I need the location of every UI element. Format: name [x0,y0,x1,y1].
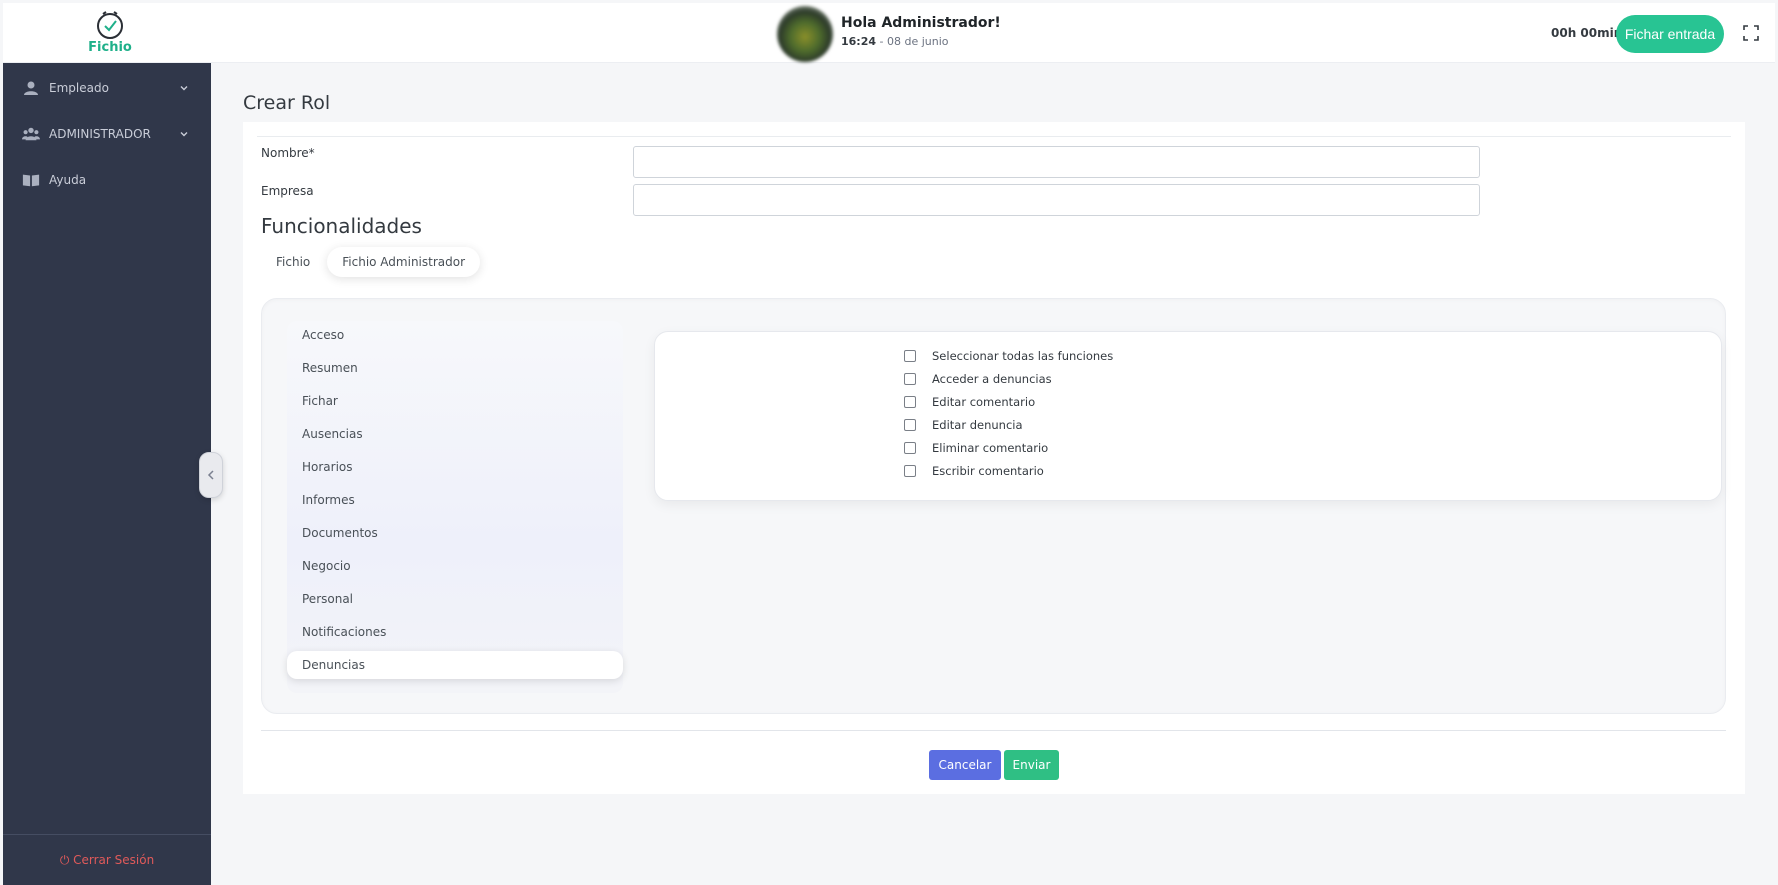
chevron-down-icon [180,86,188,91]
cancel-button[interactable]: Cancelar [929,750,1001,780]
name-input[interactable] [633,146,1480,178]
features-tabs: Fichio Fichio Administrador [261,244,482,280]
permission-row[interactable]: Acceder a denuncias [904,372,1052,386]
power-icon: ⏻ [59,853,74,867]
permission-row[interactable]: Eliminar comentario [904,441,1048,455]
select-all-checkbox[interactable] [904,350,916,362]
module-fichar[interactable]: Fichar [287,387,623,415]
permission-label: Editar denuncia [932,418,1023,432]
expand-icon[interactable] [1743,25,1759,41]
submit-button[interactable]: Enviar [1004,750,1059,780]
current-datetime: 16:24 - 08 de junio [841,35,1001,48]
permission-label: Acceder a denuncias [932,372,1052,386]
clock-in-button[interactable]: Fichar entrada [1616,15,1724,53]
permission-checkbox[interactable] [904,373,916,385]
current-date: - 08 de junio [876,35,949,48]
greeting-block: Hola Administrador! 16:24 - 08 de junio [841,15,1001,48]
sidebar-item-label: ADMINISTRADOR [49,127,151,141]
module-informes[interactable]: Informes [287,486,623,514]
sidebar-collapse-handle[interactable] [199,452,223,498]
avatar[interactable] [777,6,833,62]
features-title: Funcionalidades [261,214,422,238]
users-icon [22,126,40,142]
sidebar-item-label: Ayuda [49,173,87,187]
sidebar-item-empleado[interactable]: Empleado [3,75,211,101]
permission-label: Seleccionar todas las funciones [932,349,1114,363]
current-time: 16:24 [841,35,877,48]
permission-label: Editar comentario [932,395,1036,409]
logo-text: Fichio [88,40,132,55]
module-notificaciones[interactable]: Notificaciones [287,618,623,646]
divider [261,730,1726,731]
permission-row[interactable]: Editar denuncia [904,418,1023,432]
module-denuncias[interactable]: Denuncias [287,651,623,679]
logout-button[interactable]: ⏻ Cerrar Sesión [3,853,211,868]
permission-checkbox[interactable] [904,442,916,454]
name-label: Nombre* [261,146,315,160]
top-header: Fichio Hola Administrador! 16:24 - 08 de… [3,3,1775,63]
permission-row[interactable]: Seleccionar todas las funciones [904,349,1113,363]
permission-row[interactable]: Editar comentario [904,395,1035,409]
module-personal[interactable]: Personal [287,585,623,613]
features-panel: Acceso Resumen Fichar Ausencias Horarios… [261,298,1726,714]
sidebar-item-administrador[interactable]: ADMINISTRADOR [3,121,211,147]
tab-fichio-administrador[interactable]: Fichio Administrador [327,247,481,277]
module-resumen[interactable]: Resumen [287,354,623,382]
logout-label: Cerrar Sesión [73,853,155,867]
permission-checkbox[interactable] [904,419,916,431]
user-icon [22,80,40,96]
company-label: Empresa [261,184,314,198]
page-title: Crear Rol [243,92,331,114]
sidebar-item-label: Empleado [49,81,109,95]
work-timer: 00h 00min [1551,26,1623,40]
book-icon [22,172,40,188]
sidebar-item-ayuda[interactable]: Ayuda [3,167,211,193]
sidebar: Empleado ADMINISTRADOR Ayuda ⏻ Cerrar Se… [3,63,211,885]
chevron-left-icon [207,470,214,480]
permissions-box: Seleccionar todas las funciones Acceder … [654,331,1722,501]
module-ausencias[interactable]: Ausencias [287,420,623,448]
divider [257,136,1731,137]
permission-checkbox[interactable] [904,465,916,477]
module-negocio[interactable]: Negocio [287,552,623,580]
module-documentos[interactable]: Documentos [287,519,623,547]
chevron-down-icon [180,132,188,137]
tab-fichio[interactable]: Fichio [261,247,325,277]
permission-label: Eliminar comentario [932,441,1049,455]
permission-checkbox[interactable] [904,396,916,408]
clock-icon [97,11,123,39]
app-logo[interactable]: Fichio [87,9,133,55]
module-horarios[interactable]: Horarios [287,453,623,481]
sidebar-divider [3,834,211,835]
permission-row[interactable]: Escribir comentario [904,464,1044,478]
company-input[interactable] [633,184,1480,216]
module-acceso[interactable]: Acceso [287,321,623,349]
module-list: Acceso Resumen Fichar Ausencias Horarios… [287,321,623,693]
permission-label: Escribir comentario [932,464,1044,478]
create-role-card: Nombre* Empresa Funcionalidades Fichio F… [243,122,1745,794]
greeting-title: Hola Administrador! [841,15,1001,31]
